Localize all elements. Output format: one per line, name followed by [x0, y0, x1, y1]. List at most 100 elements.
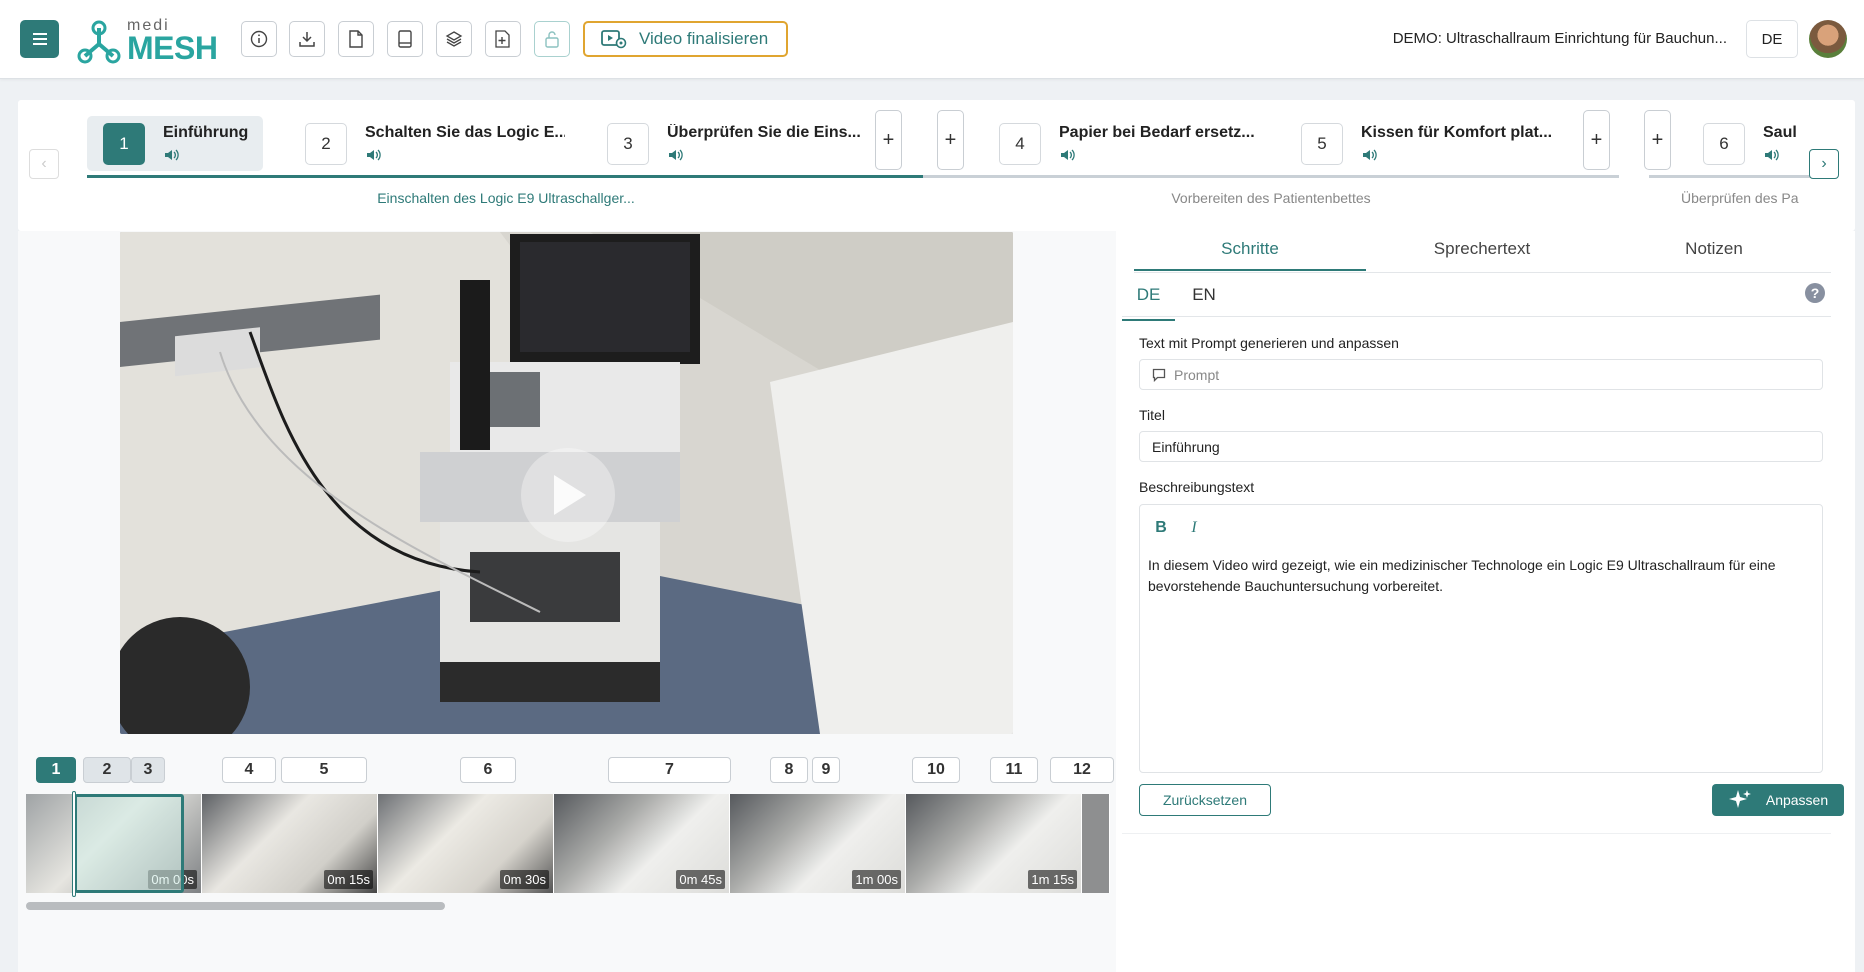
frame-time: 1m 15s [1028, 870, 1077, 889]
add-step-button[interactable]: + [1583, 110, 1610, 170]
download-button[interactable] [289, 21, 325, 57]
next-steps-button[interactable]: › [1809, 149, 1839, 179]
step-title: Kissen für Komfort plat... [1361, 124, 1553, 141]
marker-8[interactable]: 8 [770, 757, 808, 783]
timeline-scrollbar[interactable] [26, 902, 445, 910]
description-text[interactable]: In diesem Video wird gezeigt, wie ein me… [1148, 555, 1816, 597]
tabs-divider [1134, 272, 1831, 273]
logo-text-bottom: MESH [127, 30, 218, 66]
info-icon [250, 30, 268, 48]
add-step-button[interactable]: + [937, 110, 964, 170]
film-frame[interactable]: 0m 30s [378, 794, 554, 893]
prompt-input[interactable]: Prompt [1139, 359, 1823, 390]
marker-7[interactable]: 7 [608, 757, 731, 783]
marker-3[interactable]: 3 [131, 757, 165, 783]
reset-button[interactable]: Zurücksetzen [1139, 784, 1271, 816]
film-frame[interactable]: 1m 00s [730, 794, 906, 893]
info-button[interactable] [241, 21, 277, 57]
marker-5[interactable]: 5 [281, 757, 367, 783]
bold-button[interactable]: B [1150, 517, 1172, 539]
group-2-label[interactable]: Vorbereiten des Patientenbettes [923, 190, 1619, 206]
step-number: 5 [1301, 123, 1343, 165]
group-2-line [923, 175, 1619, 178]
frame-time: 0m 45s [676, 870, 725, 889]
group-1-label[interactable]: Einschalten des Logic E9 Ultraschallger.… [87, 190, 925, 206]
project-title: DEMO: Ultraschallraum Einrichtung für Ba… [1392, 30, 1727, 47]
video-player[interactable] [120, 232, 1013, 734]
marker-2[interactable]: 2 [83, 757, 131, 783]
marker-6[interactable]: 6 [460, 757, 516, 783]
description-label: Beschreibungstext [1139, 479, 1255, 495]
hamburger-icon [32, 33, 47, 45]
document-button[interactable] [338, 21, 374, 57]
current-step-range [74, 794, 184, 893]
finalize-label: Video finalisieren [639, 29, 769, 48]
document-icon [349, 30, 363, 48]
speaker-icon [165, 149, 179, 161]
marker-11[interactable]: 11 [990, 757, 1038, 783]
prev-steps-button[interactable]: ‹ [29, 149, 59, 179]
frame-time: 0m 30s [500, 870, 549, 889]
step-number: 3 [607, 123, 649, 165]
italic-button[interactable]: I [1183, 517, 1205, 539]
play-button[interactable] [521, 448, 615, 542]
step-4[interactable]: 4 Papier bei Bedarf ersetz... [983, 116, 1263, 171]
step-6[interactable]: 6 Saul [1687, 116, 1816, 171]
playhead-handle[interactable] [72, 791, 76, 897]
filmstrip[interactable]: 0m 00s 0m 15s 0m 30s 0m 45s 1m 00s 1m 15… [26, 794, 1110, 893]
add-file-button[interactable] [485, 21, 521, 57]
avatar[interactable] [1809, 20, 1847, 58]
menu-button[interactable] [20, 20, 59, 58]
step-title: Schalten Sie das Logic E... [365, 124, 565, 141]
marker-4[interactable]: 4 [222, 757, 276, 783]
title-input[interactable]: Einführung [1139, 431, 1823, 462]
sparkle-icon [1728, 790, 1751, 808]
group-3-line [1649, 175, 1816, 178]
lock-icon [545, 31, 559, 48]
step-3[interactable]: 3 Überprüfen Sie die Eins... [591, 116, 871, 171]
marker-9[interactable]: 9 [812, 757, 840, 783]
film-frame[interactable]: 0m 15s [202, 794, 378, 893]
top-bar: medi MESH Video finalisieren DEMO: Ultra… [0, 0, 1864, 79]
film-frame[interactable] [1082, 794, 1110, 893]
comment-icon [1152, 368, 1166, 382]
finalize-video-button[interactable]: Video finalisieren [583, 21, 788, 57]
book-button[interactable] [387, 21, 423, 57]
description-editor[interactable]: B I In diesem Video wird gezeigt, wie ei… [1139, 504, 1823, 773]
lock-button[interactable] [534, 21, 570, 57]
speaker-icon [367, 149, 381, 161]
editor-area: 1 2 3 4 5 6 7 8 9 10 11 12 0m 00s 0m 15s… [18, 231, 1855, 972]
tab-notes[interactable]: Notizen [1598, 239, 1830, 271]
step-number: 1 [103, 123, 145, 165]
group-1-line [87, 175, 925, 178]
group-3-label[interactable]: Überprüfen des Pa [1681, 190, 1816, 206]
prompt-label: Text mit Prompt generieren und anpassen [1139, 335, 1399, 351]
title-label: Titel [1139, 407, 1165, 423]
apply-button[interactable]: Anpassen [1712, 784, 1844, 816]
marker-12[interactable]: 12 [1050, 757, 1114, 783]
add-step-button[interactable]: + [875, 110, 902, 170]
step-1[interactable]: 1 Einführung [87, 116, 263, 171]
film-frame[interactable]: 1m 15s [906, 794, 1082, 893]
frame-time: 1m 00s [852, 870, 901, 889]
tab-narration[interactable]: Sprechertext [1366, 239, 1598, 271]
prompt-placeholder: Prompt [1174, 366, 1220, 383]
marker-1[interactable]: 1 [36, 757, 76, 783]
language-switch[interactable]: DE [1746, 20, 1798, 58]
step-2[interactable]: 2 Schalten Sie das Logic E... [289, 116, 569, 171]
tab-steps[interactable]: Schritte [1134, 239, 1366, 271]
step-list: 1 Einführung 2 Schalten Sie das Logic E.… [69, 100, 1816, 231]
speaker-icon [1765, 149, 1779, 161]
step-number: 2 [305, 123, 347, 165]
download-icon [299, 32, 315, 47]
add-step-button[interactable]: + [1644, 110, 1671, 170]
film-frame[interactable]: 0m 45s [554, 794, 730, 893]
marker-10[interactable]: 10 [912, 757, 960, 783]
layers-icon [445, 31, 463, 47]
step-5[interactable]: 5 Kissen für Komfort plat... [1285, 116, 1565, 171]
layers-button[interactable] [436, 21, 472, 57]
add-file-icon [495, 30, 510, 48]
help-icon[interactable]: ? [1805, 283, 1825, 303]
panel-divider [1122, 833, 1831, 834]
speaker-icon [669, 149, 683, 161]
